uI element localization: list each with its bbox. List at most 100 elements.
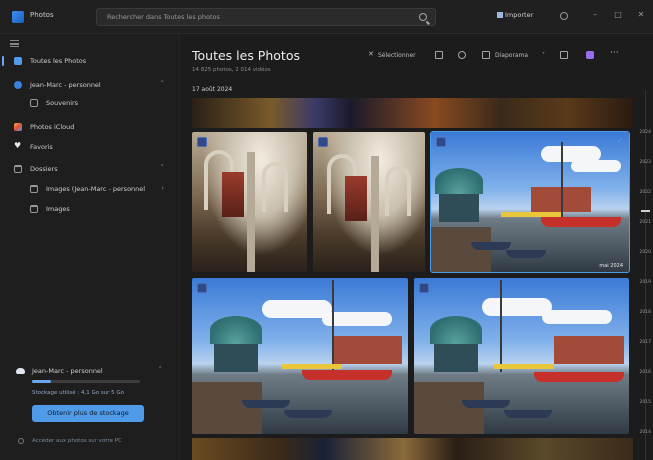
photo-church-2[interactable] — [313, 132, 425, 272]
sidebar-item-all-photos[interactable]: Toutes les Photos — [0, 52, 180, 70]
timeline-year-label[interactable]: 2020 — [640, 250, 651, 255]
timeline-thumb[interactable] — [641, 210, 650, 212]
timeline-year-label[interactable]: 2018 — [640, 310, 651, 315]
filter-icon[interactable] — [458, 51, 466, 59]
sidebar-item-icloud[interactable]: Photos iCloud — [0, 118, 180, 136]
photos-app-icon — [12, 11, 24, 23]
cloud-shape — [571, 160, 621, 172]
mast-shape — [332, 280, 334, 372]
chevron-up-icon[interactable]: ˄ — [161, 80, 165, 88]
favorite-icon[interactable]: ✔ — [617, 137, 623, 145]
dome-shape — [210, 316, 262, 344]
select-checkbox[interactable] — [197, 137, 207, 147]
import-icon[interactable] — [497, 12, 503, 18]
main-content: Toutes les Photos 14 825 photos, 2 014 v… — [180, 34, 653, 460]
info-icon — [18, 438, 24, 444]
select-checkbox[interactable] — [197, 283, 207, 293]
cloud-icon — [16, 368, 25, 374]
select-button[interactable]: Sélectionner — [378, 52, 416, 59]
chevron-right-icon[interactable]: › — [161, 184, 164, 192]
photo-church-1[interactable] — [192, 132, 307, 272]
maximize-button[interactable]: □ — [613, 10, 623, 20]
storage-note-link[interactable]: Accéder aux photos sur votre PC — [32, 438, 122, 444]
view-icon[interactable] — [560, 51, 568, 59]
sidebar-item-images[interactable]: Images — [0, 200, 180, 218]
boat-shape — [302, 370, 392, 380]
copilot-icon[interactable] — [586, 51, 594, 59]
onedrive-icon — [14, 81, 22, 89]
menu-icon[interactable] — [10, 40, 19, 47]
timeline-year-label[interactable]: 2023 — [640, 160, 651, 165]
dome-shape — [435, 168, 483, 194]
slideshow-button[interactable]: Diaporama — [495, 52, 528, 59]
timeline-scrubber[interactable]: 2024 2023 2022 2021 2020 2019 2018 2017 2016 2015… — [637, 90, 653, 460]
search-input[interactable]: Rechercher dans Toutes les photos — [96, 8, 436, 26]
photo-harbor-2[interactable] — [192, 278, 408, 434]
title-bar: Photos Rechercher dans Toutes les photos… — [0, 0, 653, 34]
import-button[interactable]: Importer — [505, 11, 533, 19]
building-shape — [332, 336, 402, 364]
sidebar-item-label: Toutes les Photos — [30, 57, 87, 65]
minimize-button[interactable]: – — [590, 10, 600, 20]
rowboat-shape — [506, 250, 546, 258]
chevron-up-icon[interactable]: ˄ — [161, 164, 165, 172]
storage-title: Jean-Marc - personnel — [32, 367, 103, 375]
timeline-year-label[interactable]: 2016 — [640, 370, 651, 375]
boat-shape — [534, 372, 624, 382]
storage-panel: Jean-Marc - personnel ˄ Stockage utilisé… — [0, 360, 180, 460]
sidebar-item-label: Jean-Marc - personnel — [30, 81, 101, 89]
tower-shape — [434, 340, 478, 372]
sidebar-item-folders[interactable]: Dossiers ˄ — [0, 160, 180, 178]
sidebar-item-label: Images — [46, 205, 70, 213]
memories-icon — [30, 99, 38, 107]
chevron-down-icon[interactable]: ˅ — [542, 52, 545, 59]
photo-strip[interactable] — [192, 438, 633, 460]
photos-icon — [14, 57, 22, 65]
column-shape — [247, 152, 255, 272]
date-header: 17 août 2024 — [192, 86, 233, 93]
timeline-year-label[interactable]: 2024 — [640, 130, 651, 135]
folder-icon — [30, 185, 38, 193]
chevron-up-icon[interactable]: ˄ — [159, 366, 163, 374]
boat-shape — [541, 217, 621, 227]
share-icon[interactable] — [435, 51, 443, 59]
boat-shape — [282, 364, 342, 369]
cloud-shape — [542, 310, 612, 324]
timeline-year-label[interactable]: 2015 — [640, 400, 651, 405]
timeline-year-label[interactable]: 2017 — [640, 340, 651, 345]
photo-harbor-1[interactable]: ✔ mai 2024 — [430, 131, 630, 273]
close-icon[interactable]: ✕ — [368, 50, 374, 58]
timeline-year-label[interactable]: 2019 — [640, 280, 651, 285]
timeline-year-label[interactable]: 2014 — [640, 430, 651, 435]
icloud-icon — [14, 123, 22, 131]
storage-usage-fill — [32, 380, 52, 383]
photo-harbor-3[interactable] — [414, 278, 629, 434]
more-icon[interactable]: ··· — [610, 48, 619, 58]
select-checkbox[interactable] — [419, 283, 429, 293]
photo-strip[interactable] — [192, 98, 633, 128]
sidebar-item-label: Dossiers — [30, 165, 58, 173]
rowboat-shape — [504, 410, 552, 418]
slideshow-icon[interactable] — [482, 51, 490, 59]
column-shape — [371, 156, 379, 272]
folder-icon — [14, 165, 22, 173]
sidebar-item-onedrive[interactable]: Jean-Marc - personnel ˄ — [0, 76, 180, 94]
boat-shape — [494, 364, 554, 369]
close-button[interactable]: ✕ — [636, 10, 646, 20]
timeline-year-label[interactable]: 2022 — [640, 190, 651, 195]
sidebar-item-favorites[interactable]: ♥ Favoris — [0, 138, 180, 156]
page-title: Toutes les Photos — [192, 48, 300, 63]
organ-shape — [345, 176, 367, 221]
timeline-year-label[interactable]: 2021 — [640, 220, 651, 225]
select-checkbox[interactable] — [436, 137, 446, 147]
search-icon[interactable] — [419, 13, 427, 21]
select-checkbox[interactable] — [318, 137, 328, 147]
sidebar-item-images-personal[interactable]: Images (Jean-Marc - personnel › — [0, 180, 180, 198]
get-more-storage-button[interactable]: Obtenir plus de stockage — [32, 405, 144, 422]
settings-icon[interactable] — [560, 12, 568, 20]
page-subtitle: 14 825 photos, 2 014 vidéos — [192, 67, 271, 73]
heart-icon: ♥ — [14, 141, 22, 150]
sidebar-item-memories[interactable]: Souvenirs — [0, 94, 180, 112]
storage-usage-bar — [32, 380, 140, 383]
sidebar-item-label: Favoris — [30, 143, 53, 151]
